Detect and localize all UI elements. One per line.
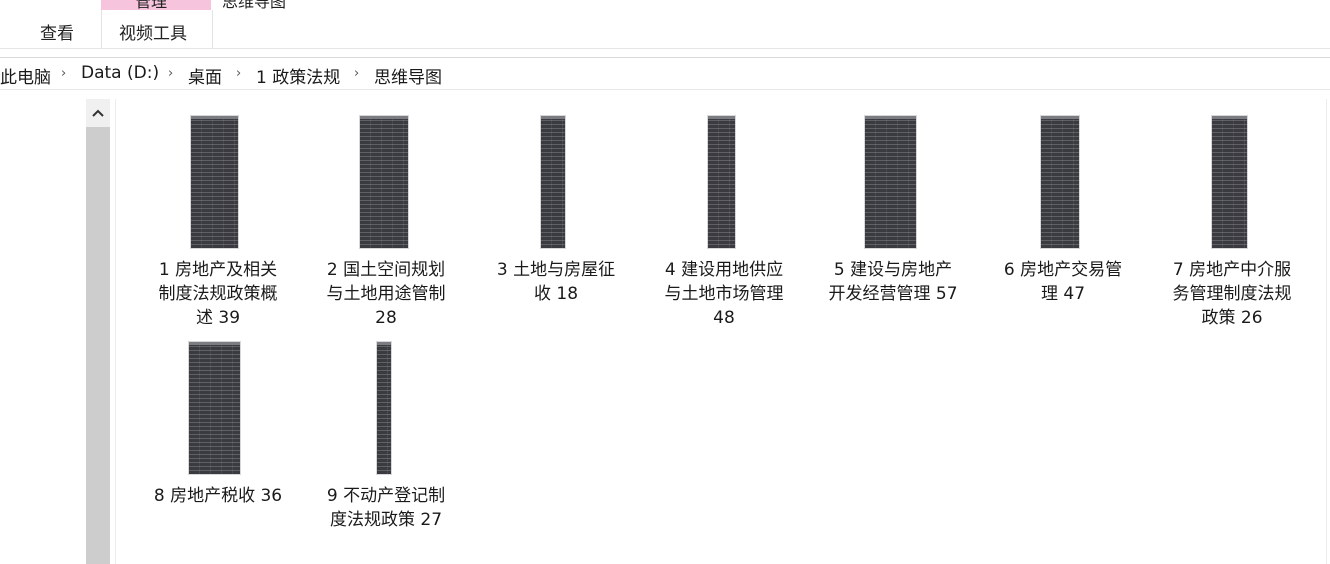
file-label: 8 房地产税收 36 (153, 486, 283, 506)
breadcrumb: 此电脑 › Data (D:) › 桌面 › 1 政策法规 › 思维导图 (0, 58, 1330, 89)
thumbnail-image (189, 342, 240, 474)
thumbnail-image (1041, 116, 1079, 248)
breadcrumb-mindmap-folder[interactable]: 思维导图 (374, 63, 442, 88)
chevron-right-icon[interactable]: › (354, 66, 359, 81)
breadcrumb-policy-folder[interactable]: 1 政策法规 (256, 63, 340, 88)
contextual-tab-header: 管理 (101, 0, 211, 10)
file-label: 1 房地产及相关 制度法规政策概述 39 (158, 260, 278, 328)
chevron-right-icon[interactable]: › (236, 66, 241, 81)
thumbnail-image (865, 116, 916, 248)
file-label: 4 建设用地供应 与土地市场管理 48 (664, 260, 784, 328)
file-label: 3 土地与房屋征收 18 (496, 260, 616, 304)
thumbnail-image (377, 342, 391, 474)
breadcrumb-drive-d[interactable]: Data (D:) (81, 63, 159, 83)
content-right-edge (1326, 99, 1327, 564)
thumbnail-image (1212, 116, 1247, 248)
scrollbar[interactable] (86, 99, 110, 564)
thumbnail-image (541, 116, 565, 248)
tab-view[interactable]: 查看 (40, 19, 74, 44)
file-label: 7 房地产中介服 务管理制度法规 政策 26 (1172, 260, 1292, 328)
breadcrumb-desktop[interactable]: 桌面 (188, 63, 222, 88)
contextual-tab-header-label: 管理 (135, 0, 168, 10)
chevron-up-icon (92, 109, 104, 117)
file-label: 9 不动产登记制 度法规政策 27 (326, 486, 446, 530)
tab-video-tools[interactable]: 视频工具 (119, 19, 187, 44)
file-label: 6 房地产交易管理 47 (1003, 260, 1123, 304)
ribbon-divider (0, 48, 1330, 49)
contextual-group-label: 思维导图 (222, 0, 287, 11)
file-label: 5 建设与房地产 开发经营管理 57 (828, 260, 958, 304)
scroll-up-button[interactable] (86, 99, 110, 127)
thumbnail-image (708, 116, 735, 248)
pane-divider (115, 99, 116, 564)
breadcrumb-this-pc[interactable]: 此电脑 (0, 63, 51, 88)
thumbnail-image (360, 116, 408, 248)
navigation-pane (0, 90, 86, 564)
address-bar-bottom-border (0, 89, 1330, 90)
thumbnail-image (191, 116, 238, 248)
chevron-right-icon[interactable]: › (168, 66, 173, 81)
chevron-right-icon[interactable]: › (61, 66, 66, 81)
file-label: 2 国土空间规划 与土地用途管制 28 (326, 260, 446, 328)
ribbon: 管理 思维导图 查看 视频工具 (0, 0, 1330, 49)
